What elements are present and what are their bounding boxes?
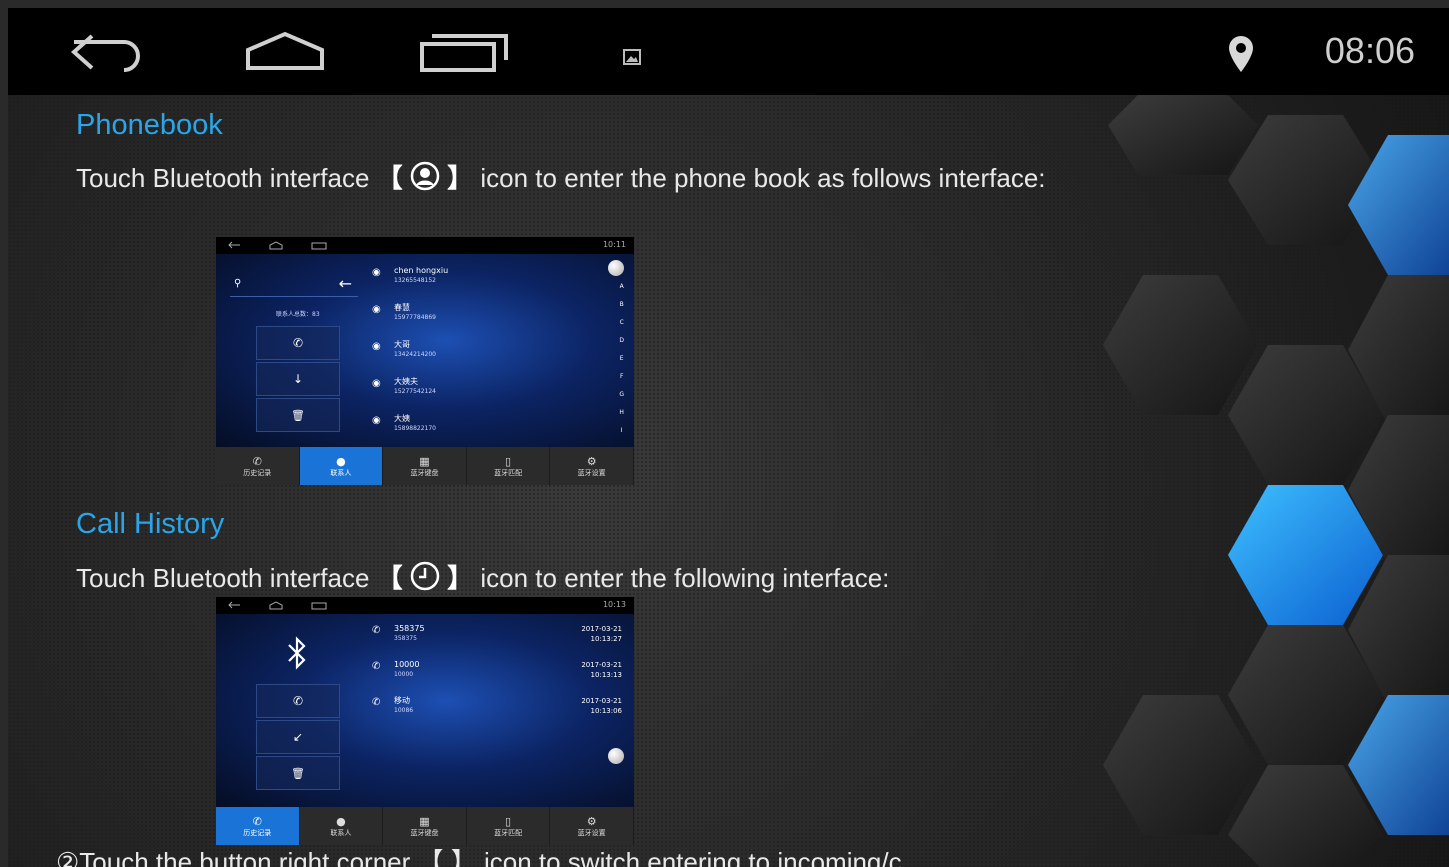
mini-call-row: ✆ 10000 10000 [372, 660, 420, 678]
mini-status-bar: 10:11 [216, 237, 634, 254]
mini-download-button: ↓ [256, 362, 340, 396]
mini-bluetooth-icon [288, 636, 306, 670]
phonebook-description: Touch Bluetooth interface 【 】 icon to en… [76, 161, 1046, 193]
mini-scroll-indicator [608, 260, 624, 276]
call-history-heading: Call History [76, 508, 225, 540]
mini-call-button: ✆ [256, 684, 340, 718]
mini-tab-keypad: ▦ 蓝牙键盘 [383, 807, 467, 845]
mini-back-arrow-icon: ← [338, 274, 352, 293]
mini-search-icon: ⚲ [234, 278, 242, 289]
mini-body: ⚲ ← 联系人总数：83 ✆ ↓ 🗑 ◉ chen hongxiu 1326554… [216, 254, 634, 447]
call-history-description: Touch Bluetooth interface 【 】 icon to en… [76, 561, 890, 593]
screen: 08:06 Phonebook Touch Bluetooth interfac… [8, 8, 1449, 867]
back-icon[interactable] [66, 28, 146, 76]
mini-tab-contacts: ● 联系人 [300, 807, 384, 845]
recent-apps-icon[interactable] [418, 28, 514, 76]
status-bar: 08:06 [8, 8, 1449, 95]
mini-call-button: ✆ [256, 326, 340, 360]
mini-call-row: ✆ 358375 358375 [372, 624, 425, 642]
mini-nav-icons [228, 241, 327, 250]
mini-tab-keypad: ▦ 蓝牙键盘 [383, 447, 467, 485]
mini-tab-bar: ✆ 历史记录 ● 联系人 ▦ 蓝牙键盘 ▯ 蓝牙匹配 ⚙ 蓝牙设置 [216, 807, 634, 845]
hexagon-decoration [1103, 95, 1449, 867]
mini-body: ✆ ↙ 🗑 ✆ 358375 358375 2017-03-21 10:13:27 … [216, 614, 634, 807]
manual-content: Phonebook Touch Bluetooth interface 【 】 … [8, 95, 1108, 867]
clock: 08:06 [1324, 30, 1415, 71]
mini-tab-settings: ⚙ 蓝牙设置 [550, 447, 634, 485]
mini-alphabet-index: ABCDEFGHI [619, 283, 624, 434]
mini-tab-bar: ✆ 历史记录 ● 联系人 ▦ 蓝牙键盘 ▯ 蓝牙匹配 ⚙ 蓝牙设置 [216, 447, 634, 485]
clock-icon [410, 561, 440, 591]
mini-call-time: 2017-03-21 10:13:06 [581, 697, 622, 715]
location-icon [1229, 36, 1253, 72]
mini-contacts-count: 联系人总数：83 [276, 311, 320, 318]
contact-icon [410, 161, 440, 191]
bottom-instruction-text: ②Touch the button right corner 【 】 icon … [56, 847, 902, 867]
mini-tab-history: ✆ 历史记录 [216, 807, 300, 845]
phonebook-screenshot: 10:11 ⚲ ← 联系人总数：83 ✆ ↓ 🗑 ◉ chen hongxiu … [216, 237, 634, 485]
mini-missed-call-button: ↙ [256, 720, 340, 754]
mini-tab-contacts: ● 联系人 [299, 447, 384, 485]
mini-delete-button: 🗑 [256, 756, 340, 790]
mini-delete-button: 🗑 [256, 398, 340, 432]
mini-contact-row: ◉ 春慧 15977784869 [372, 303, 436, 321]
mini-contact-row: ◉ 大姨夫 15277542124 [372, 377, 436, 395]
phonebook-heading: Phonebook [76, 109, 223, 141]
mini-tab-settings: ⚙ 蓝牙设置 [550, 807, 634, 845]
mini-contact-row: ◉ chen hongxiu 13265548152 [372, 266, 449, 284]
image-notification-icon [623, 49, 641, 65]
mini-search: ⚲ ← [230, 274, 358, 297]
mini-call-row: ✆ 移动 10086 [372, 696, 414, 714]
mini-nav-icons [228, 601, 327, 610]
home-icon[interactable] [244, 28, 326, 76]
mini-status-bar: 10:13 [216, 597, 634, 614]
mini-tab-pairing: ▯ 蓝牙匹配 [467, 807, 551, 845]
mini-contact-row: ◉ 大哥 13424214200 [372, 340, 436, 358]
mini-scroll-indicator [608, 748, 624, 764]
mini-tab-history: ✆ 历史记录 [216, 447, 300, 485]
call-history-screenshot: 10:13 ✆ ↙ 🗑 ✆ 358375 358375 2017-03-21 1… [216, 597, 634, 845]
mini-call-time: 2017-03-21 10:13:27 [581, 625, 622, 643]
mini-contact-row: ◉ 大姨 15898822170 [372, 414, 436, 432]
mini-call-time: 2017-03-21 10:13:13 [581, 661, 622, 679]
mini-tab-pairing: ▯ 蓝牙匹配 [467, 447, 551, 485]
